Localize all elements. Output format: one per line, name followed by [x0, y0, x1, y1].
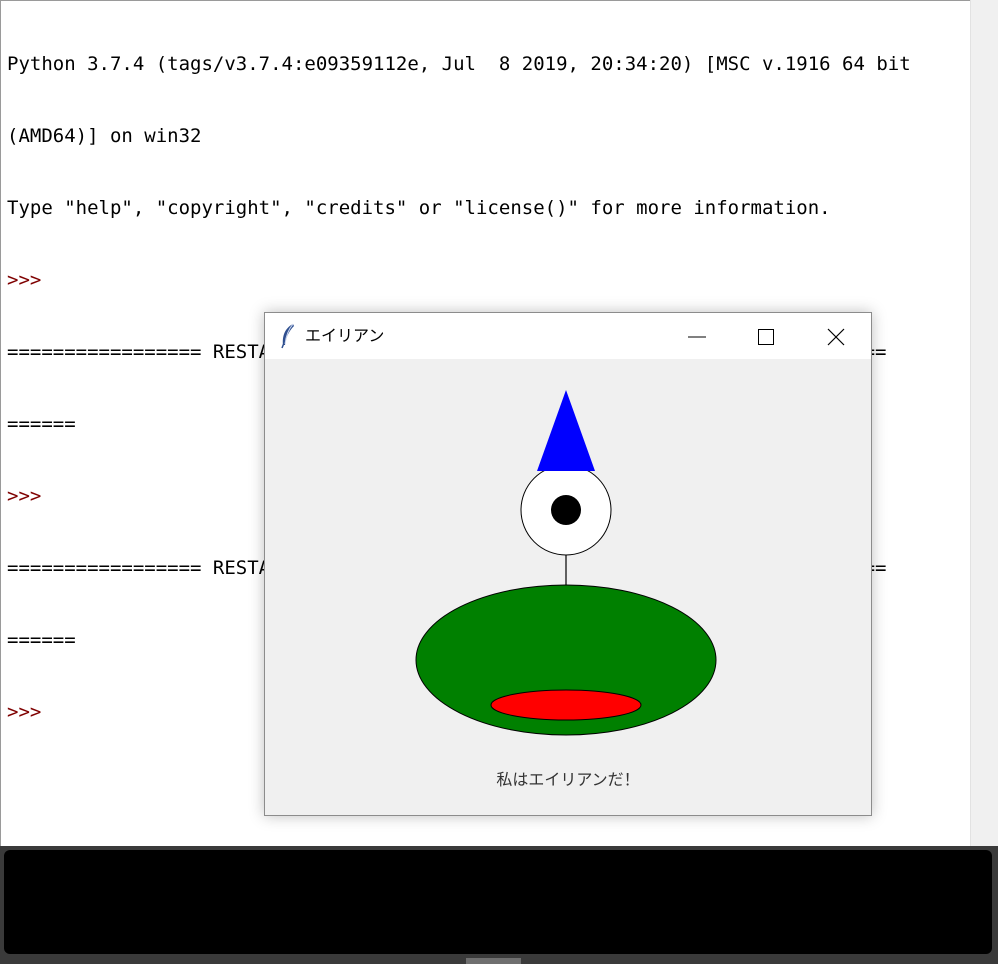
alien-pupil	[551, 495, 581, 525]
taskbar	[0, 846, 998, 964]
alien-mouth	[490, 689, 642, 721]
window-title: エイリアン	[305, 326, 385, 345]
window-titlebar[interactable]: エイリアン	[265, 313, 871, 359]
desktop-screen: Python 3.7.4 (tags/v3.7.4:e09359112e, Ju…	[0, 0, 998, 964]
shell-line: Type "help", "copyright", "credits" or "…	[7, 197, 831, 219]
maximize-icon	[758, 329, 774, 345]
feather-icon	[279, 323, 297, 349]
shell-line: (AMD64)] on win32	[7, 125, 202, 147]
tk-alien-window[interactable]: エイリアン 私はエイリアンだ！	[264, 312, 872, 816]
close-icon	[827, 328, 845, 346]
shell-prompt: >>>	[7, 269, 42, 291]
alien-canvas[interactable]	[265, 359, 871, 815]
shell-line: Python 3.7.4 (tags/v3.7.4:e09359112e, Ju…	[7, 53, 911, 75]
alien-hat	[537, 390, 595, 471]
maximize-button[interactable]	[732, 313, 800, 359]
taskbar-handle[interactable]	[466, 958, 521, 964]
vertical-scrollbar[interactable]	[970, 0, 998, 850]
close-button[interactable]	[802, 313, 870, 359]
taskbar-panel	[4, 850, 992, 954]
alien-message: 私はエイリアンだ！	[496, 770, 640, 789]
minimize-button[interactable]	[663, 313, 731, 359]
minimize-icon	[688, 336, 706, 338]
